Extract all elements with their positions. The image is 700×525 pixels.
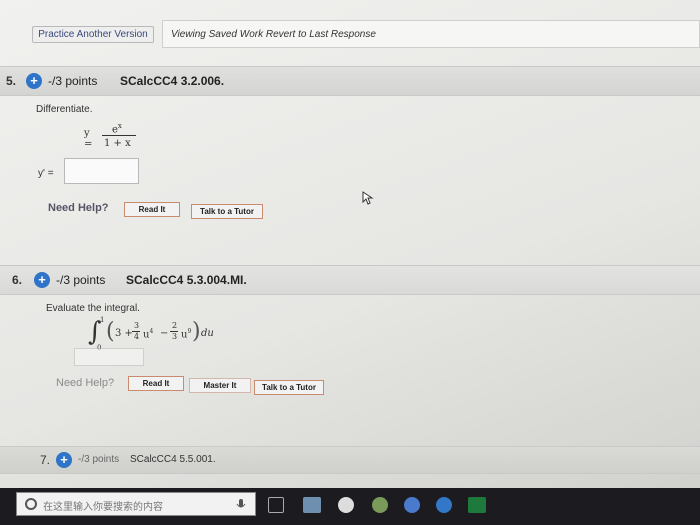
fraction-bar [102, 135, 136, 136]
browser-page: Practice Another Version Viewing Saved W… [0, 0, 700, 488]
need-help-label: Need Help? [56, 377, 115, 389]
answer-input[interactable] [64, 158, 139, 184]
master-it-button[interactable]: Master It [189, 378, 251, 393]
browser-icon[interactable] [372, 497, 388, 513]
question-number: 6. [12, 273, 23, 287]
search-icon [25, 498, 37, 510]
question-prompt: Differentiate. [36, 104, 93, 115]
question-5-body: Differentiate. [36, 104, 676, 115]
question-7-header: 7. + -/3 points SCalcCC4 5.5.001. [0, 446, 700, 474]
read-it-button[interactable]: Read It [128, 376, 184, 391]
numerator-exponent: x [117, 122, 122, 130]
excel-icon[interactable] [468, 497, 486, 513]
answer-label: y' = [38, 168, 54, 179]
question-points: -/3 points [56, 273, 106, 287]
expand-plus-icon[interactable]: + [34, 272, 50, 288]
question-6-header: 6. + -/3 points SCalcCC4 5.3.004.MI. [0, 265, 700, 295]
term-2: u9 [181, 328, 191, 340]
fraction-numerator: ex [112, 122, 122, 135]
search-placeholder: 在这里输入你要搜索的内容 [43, 502, 163, 513]
edge-icon[interactable] [436, 497, 452, 513]
read-it-button[interactable]: Read It [124, 202, 180, 217]
term-1-exponent: 4 [149, 328, 154, 335]
question-code: SCalcCC4 5.5.001. [130, 454, 216, 465]
equation-lhs: y = [84, 128, 93, 150]
differential: du [201, 328, 214, 339]
viewing-saved-work-text[interactable]: Viewing Saved Work Revert to Last Respon… [171, 29, 376, 40]
integrand-constant: 3 + [115, 328, 133, 339]
talk-to-tutor-button[interactable]: Talk to a Tutor [254, 380, 324, 395]
question-points: -/3 points [78, 454, 120, 465]
fraction-1-numerator: 3 [134, 321, 140, 330]
chrome-icon[interactable] [404, 497, 420, 513]
expand-plus-icon[interactable]: + [26, 73, 42, 89]
answer-input[interactable] [74, 348, 144, 366]
practice-another-version-button[interactable]: Practice Another Version [32, 26, 154, 43]
saved-work-bar: Viewing Saved Work Revert to Last Respon… [162, 20, 700, 48]
minus-sign: − [160, 328, 169, 339]
question-prompt: Evaluate the integral. [46, 303, 140, 314]
expand-plus-icon[interactable]: + [56, 452, 72, 468]
windows-taskbar: 在这里输入你要搜索的内容 [0, 488, 700, 525]
need-help-label: Need Help? [48, 202, 109, 214]
talk-to-tutor-button[interactable]: Talk to a Tutor [191, 204, 263, 219]
file-explorer-icon[interactable] [303, 497, 321, 513]
fraction-2-numerator: 2 [172, 321, 178, 330]
term-1: u4 [143, 328, 153, 340]
microphone-icon[interactable] [236, 498, 246, 512]
question-number: 5. [6, 74, 17, 88]
question-5-header: 5. + -/3 points SCalcCC4 3.2.006. [0, 66, 700, 96]
saved-work-toolbar: Practice Another Version Viewing Saved W… [28, 18, 700, 48]
taskbar-search-box[interactable]: 在这里输入你要搜索的内容 [16, 492, 256, 516]
upper-limit: 1 [100, 316, 105, 324]
app-icon[interactable] [338, 497, 354, 513]
fraction-denominator: 1 + x [104, 138, 131, 149]
mouse-cursor-icon [362, 191, 374, 205]
question-number: 7. [40, 453, 51, 467]
question-code: SCalcCC4 5.3.004.MI. [126, 273, 247, 287]
left-paren: ( [106, 319, 115, 344]
fraction-1-denominator: 4 [134, 332, 140, 341]
fraction-2-denominator: 3 [172, 332, 178, 341]
right-paren: ) [192, 319, 201, 344]
task-view-icon[interactable] [268, 497, 284, 513]
question-points: -/3 points [48, 74, 98, 88]
question-code: SCalcCC4 3.2.006. [120, 74, 225, 88]
term-2-exponent: 9 [187, 328, 192, 335]
question-6-body: Evaluate the integral. [46, 303, 686, 314]
